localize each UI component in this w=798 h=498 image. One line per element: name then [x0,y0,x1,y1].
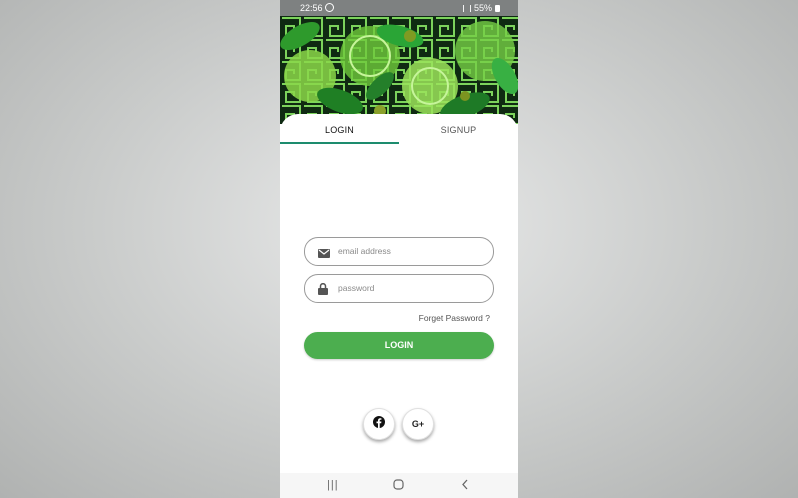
back-icon[interactable] [461,479,469,493]
tab-signup[interactable]: SIGNUP [399,125,518,135]
phone-screen: 22:56 55% LOGIN SIGNUP email address pas… [280,0,518,498]
password-placeholder: password [338,283,375,293]
signal-icon [462,4,471,12]
google-login-button[interactable]: G+ [402,408,434,440]
battery-icon [495,4,500,12]
dnd-icon [325,3,334,12]
password-field[interactable]: password [304,274,494,303]
header-banner-image [280,16,518,124]
forgot-password-link[interactable]: Forget Password ? [419,313,490,323]
tab-login[interactable]: LOGIN [280,125,399,135]
status-right: 55% [462,3,500,13]
android-nav-bar: ||| [280,473,518,498]
lock-icon [318,282,328,300]
facebook-icon [373,415,385,433]
mail-icon [318,246,330,264]
email-placeholder: email address [338,246,391,256]
email-field[interactable]: email address [304,237,494,266]
recents-icon[interactable]: ||| [327,479,339,491]
home-icon[interactable] [393,479,404,493]
login-button[interactable]: LOGIN [304,332,494,359]
facebook-login-button[interactable] [363,408,395,440]
status-bar: 22:56 55% [280,0,518,16]
tab-bar: LOGIN SIGNUP [280,114,518,144]
status-time: 22:56 [300,3,323,13]
google-plus-icon: G+ [411,419,425,429]
login-card: LOGIN SIGNUP email address password Forg… [280,114,518,474]
battery-percent: 55% [473,3,492,13]
tab-indicator [280,142,399,144]
